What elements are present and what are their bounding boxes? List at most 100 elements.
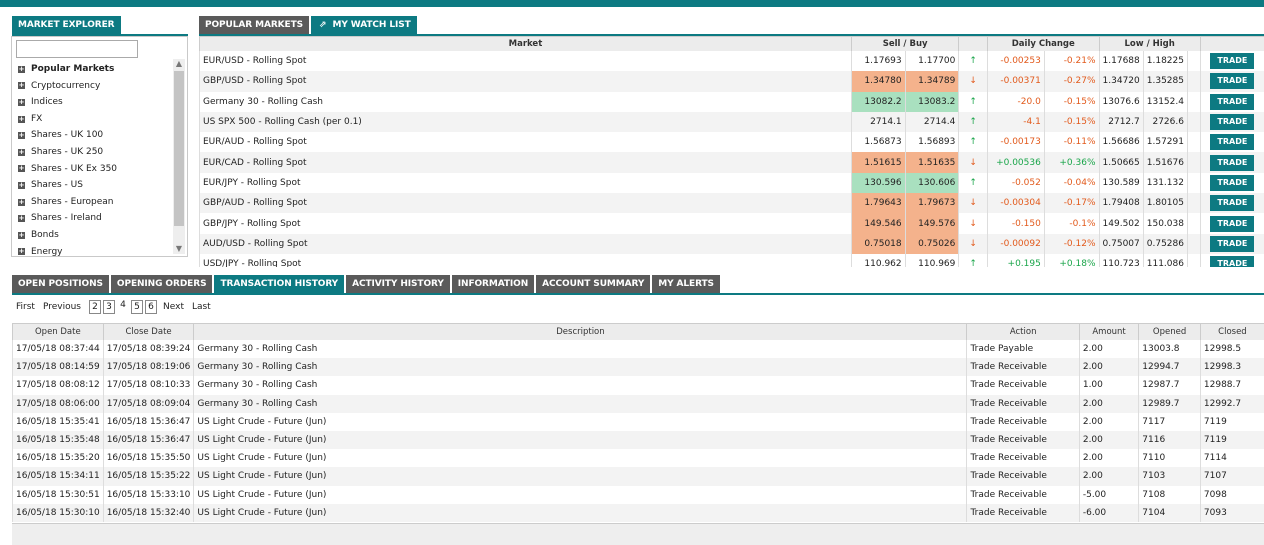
- table-row[interactable]: 17/05/18 08:08:12 17/05/18 08:10:33 German…: [12, 376, 1264, 395]
- expand-plus-icon[interactable]: +: [18, 82, 25, 90]
- market-row[interactable]: GBP/USD - Rolling Spot 1.34780 1.34789 ↓ -0.…: [199, 71, 1264, 92]
- market-row[interactable]: Germany 30 - Rolling Cash 13082.2 13083.2 ↑…: [199, 91, 1264, 112]
- buy-price[interactable]: 1.17700: [904, 51, 959, 72]
- market-name[interactable]: EUR/USD - Rolling Spot: [199, 51, 852, 72]
- buy-price[interactable]: 1.79673: [904, 193, 959, 214]
- trade-button[interactable]: TRADE: [1210, 154, 1255, 171]
- buy-price[interactable]: 13083.2: [904, 91, 959, 112]
- market-row[interactable]: AUD/USD - Rolling Spot 0.75018 0.75026 ↓ -0.…: [199, 233, 1264, 254]
- trade-button[interactable]: TRADE: [1210, 215, 1255, 232]
- sell-price[interactable]: 1.56873: [850, 132, 906, 153]
- market-row[interactable]: GBP/AUD - Rolling Spot 1.79643 1.79673 ↓ -0.…: [199, 193, 1264, 214]
- tree-item[interactable]: + Shares - Ireland: [18, 210, 168, 227]
- sell-price[interactable]: 1.51615: [850, 152, 906, 173]
- trade-button[interactable]: TRADE: [1210, 93, 1255, 110]
- sell-price[interactable]: 0.75018: [850, 233, 906, 254]
- tree-item[interactable]: + Shares - European: [18, 194, 168, 211]
- tree-item[interactable]: + Indices: [18, 94, 168, 111]
- market-row[interactable]: US SPX 500 - Rolling Cash (per 0.1) 2714.…: [199, 111, 1264, 133]
- pager-next-link[interactable]: Next: [163, 302, 184, 312]
- trade-button[interactable]: TRADE: [1210, 235, 1255, 252]
- market-row[interactable]: EUR/AUD - Rolling Spot 1.56873 1.56893 ↑ -0.…: [199, 132, 1264, 153]
- pager-page-link[interactable]: 5: [131, 300, 143, 314]
- tree-item[interactable]: + Cryptocurrency: [18, 78, 168, 95]
- trade-button[interactable]: TRADE: [1210, 195, 1255, 212]
- pager-first-link[interactable]: First: [16, 302, 35, 312]
- expand-plus-icon[interactable]: +: [18, 231, 25, 239]
- table-row[interactable]: 16/05/18 15:30:51 16/05/18 15:33:10 US Lig…: [12, 485, 1264, 504]
- pager-page-link[interactable]: 2: [89, 300, 101, 314]
- market-row[interactable]: EUR/JPY - Rolling Spot 130.596 130.606 ↑ -0.…: [199, 172, 1264, 194]
- market-name[interactable]: GBP/USD - Rolling Spot: [199, 71, 852, 92]
- buy-price[interactable]: 0.75026: [904, 233, 959, 254]
- expand-plus-icon[interactable]: +: [18, 115, 25, 123]
- buy-price[interactable]: 1.51635: [904, 152, 959, 173]
- tab-my-alerts[interactable]: MY ALERTS: [652, 275, 720, 293]
- trade-button[interactable]: TRADE: [1210, 73, 1255, 90]
- market-name[interactable]: EUR/AUD - Rolling Spot: [199, 132, 852, 153]
- market-name[interactable]: AUD/USD - Rolling Spot: [199, 233, 852, 254]
- market-name[interactable]: USD/JPY - Rolling Spot: [199, 253, 852, 267]
- explorer-scrollbar[interactable]: ▲ ▼: [173, 59, 185, 254]
- trade-button[interactable]: TRADE: [1210, 174, 1255, 191]
- pager-last-link[interactable]: Last: [192, 302, 211, 312]
- table-row[interactable]: 17/05/18 08:37:44 17/05/18 08:39:24 German…: [12, 340, 1264, 359]
- trade-button[interactable]: TRADE: [1210, 114, 1255, 131]
- tree-item[interactable]: + Shares - US: [18, 177, 168, 194]
- sell-price[interactable]: 2714.1: [850, 111, 906, 133]
- table-row[interactable]: 17/05/18 08:14:59 17/05/18 08:19:06 German…: [12, 358, 1264, 377]
- expand-plus-icon[interactable]: +: [18, 248, 25, 256]
- expand-plus-icon[interactable]: +: [18, 165, 25, 173]
- sell-price[interactable]: 1.17693: [850, 51, 906, 72]
- expand-plus-icon[interactable]: +: [18, 65, 25, 73]
- tree-item[interactable]: + Shares - UK 250: [18, 144, 168, 161]
- market-name[interactable]: GBP/JPY - Rolling Spot: [199, 213, 852, 234]
- trade-button[interactable]: TRADE: [1210, 53, 1255, 70]
- market-row[interactable]: GBP/JPY - Rolling Spot 149.546 149.576 ↓ -0.…: [199, 213, 1264, 234]
- tree-item[interactable]: + Popular Markets: [18, 61, 168, 78]
- tree-item[interactable]: + Shares - UK 100: [18, 127, 168, 144]
- tab-account-summary[interactable]: ACCOUNT SUMMARY: [536, 275, 651, 293]
- pager-page-link[interactable]: 6: [145, 300, 157, 314]
- tree-item[interactable]: + Bonds: [18, 227, 168, 244]
- scrollbar-thumb[interactable]: [174, 71, 184, 226]
- sell-price[interactable]: 110.962: [850, 253, 906, 267]
- tree-item[interactable]: + Energy: [18, 244, 168, 261]
- buy-price[interactable]: 1.34789: [904, 71, 959, 92]
- expand-plus-icon[interactable]: +: [18, 215, 25, 223]
- sell-price[interactable]: 130.596: [850, 172, 906, 194]
- buy-price[interactable]: 1.56893: [904, 132, 959, 153]
- tab-transaction-history[interactable]: TRANSACTION HISTORY: [214, 275, 345, 293]
- pager-page-link[interactable]: 3: [103, 300, 115, 314]
- table-row[interactable]: 16/05/18 15:35:41 16/05/18 15:36:47 US Lig…: [12, 412, 1264, 431]
- market-search-input[interactable]: [16, 40, 138, 58]
- table-row[interactable]: 16/05/18 15:30:10 16/05/18 15:32:40 US Lig…: [12, 503, 1264, 522]
- pager-previous-link[interactable]: Previous: [43, 302, 81, 312]
- table-row[interactable]: 17/05/18 08:06:00 17/05/18 08:09:04 German…: [12, 394, 1264, 413]
- market-name[interactable]: US SPX 500 - Rolling Cash (per 0.1): [199, 111, 852, 133]
- buy-price[interactable]: 149.576: [904, 213, 959, 234]
- market-name[interactable]: GBP/AUD - Rolling Spot: [199, 193, 852, 214]
- scroll-down-icon[interactable]: ▼: [173, 244, 185, 254]
- market-row[interactable]: EUR/USD - Rolling Spot 1.17693 1.17700 ↑ -0.…: [199, 51, 1264, 72]
- tree-item[interactable]: + Shares - UK Ex 350: [18, 161, 168, 178]
- tab-popular-markets[interactable]: POPULAR MARKETS: [199, 16, 310, 34]
- expand-plus-icon[interactable]: +: [18, 181, 25, 189]
- buy-price[interactable]: 130.606: [904, 172, 959, 194]
- market-name[interactable]: EUR/CAD - Rolling Spot: [199, 152, 852, 173]
- market-name[interactable]: EUR/JPY - Rolling Spot: [199, 172, 852, 194]
- expand-plus-icon[interactable]: +: [18, 198, 25, 206]
- market-row[interactable]: EUR/CAD - Rolling Spot 1.51615 1.51635 ↓ +0.…: [199, 152, 1264, 173]
- sell-price[interactable]: 1.34780: [850, 71, 906, 92]
- table-row[interactable]: 16/05/18 15:35:20 16/05/18 15:35:50 US Lig…: [12, 449, 1264, 468]
- buy-price[interactable]: 2714.4: [904, 111, 959, 133]
- buy-price[interactable]: 110.969: [904, 253, 959, 267]
- table-row[interactable]: 16/05/18 15:34:11 16/05/18 15:35:22 US Lig…: [12, 467, 1264, 486]
- tab-open-positions[interactable]: OPEN POSITIONS: [12, 275, 109, 293]
- trade-button[interactable]: TRADE: [1210, 134, 1255, 151]
- sell-price[interactable]: 13082.2: [850, 91, 906, 112]
- trade-button[interactable]: TRADE: [1210, 256, 1255, 267]
- sell-price[interactable]: 149.546: [850, 213, 906, 234]
- tree-item[interactable]: + FX: [18, 111, 168, 128]
- tab-activity-history[interactable]: ACTIVITY HISTORY: [346, 275, 450, 293]
